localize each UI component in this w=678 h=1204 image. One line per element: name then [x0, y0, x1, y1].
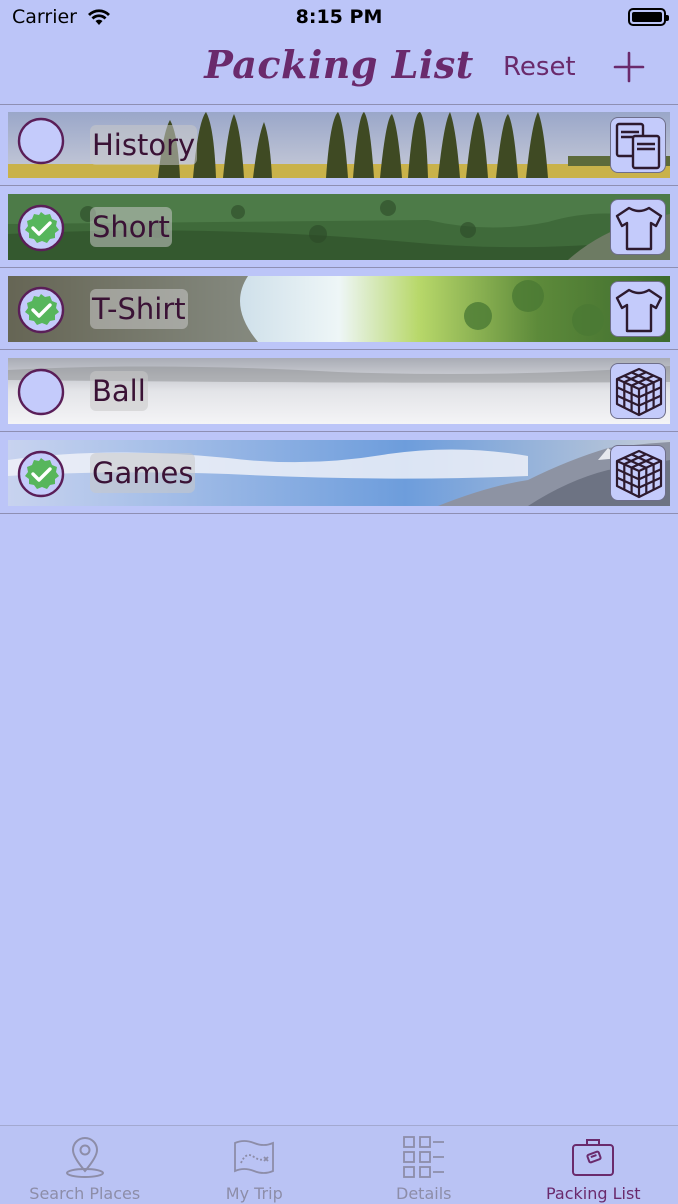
cube-icon	[615, 367, 663, 417]
reset-button[interactable]: Reset	[503, 52, 576, 82]
unchecked-circle-icon[interactable]	[17, 368, 65, 416]
tshirt-icon	[615, 206, 663, 251]
list-item[interactable]: T-Shirt	[0, 268, 678, 350]
location-pin-icon	[65, 1137, 104, 1178]
tab-label: Details	[396, 1184, 452, 1203]
item-label: Games	[90, 453, 196, 493]
carrier-label: Carrier	[12, 6, 77, 28]
tab-search-places[interactable]: Search Places	[0, 1126, 170, 1204]
tab-label: My Trip	[225, 1184, 283, 1203]
cube-icon	[615, 449, 663, 499]
item-label: Short	[90, 207, 172, 247]
item-label: T-Shirt	[90, 289, 188, 329]
list-item[interactable]: Games	[0, 432, 678, 514]
list-item[interactable]: Ball	[0, 350, 678, 432]
category-button[interactable]	[610, 281, 666, 337]
tab-my-trip[interactable]: My Trip	[170, 1126, 340, 1204]
wifi-icon	[87, 9, 110, 25]
unchecked-circle-icon[interactable]	[17, 117, 65, 165]
add-button[interactable]	[612, 50, 646, 84]
tab-label: Packing List	[545, 1184, 641, 1203]
item-label: History	[90, 125, 198, 165]
map-icon	[234, 1140, 275, 1174]
list-item[interactable]: Short	[0, 186, 678, 268]
status-bar: Carrier 8:15 PM	[0, 0, 678, 34]
checked-circle-icon[interactable]	[17, 450, 65, 498]
page-title: Packing List	[204, 42, 474, 87]
books-icon	[615, 122, 661, 170]
navigation-bar: Packing List Reset	[0, 34, 678, 104]
status-left: Carrier	[12, 6, 111, 28]
tshirt-icon	[615, 288, 663, 333]
checked-circle-icon[interactable]	[17, 204, 65, 252]
item-label: Ball	[90, 371, 148, 411]
row-separator	[0, 513, 678, 514]
tab-details[interactable]: Details	[339, 1126, 509, 1204]
battery-icon	[628, 8, 669, 26]
plus-icon	[613, 51, 645, 83]
category-button[interactable]	[610, 363, 666, 419]
category-button[interactable]	[610, 117, 666, 173]
category-button[interactable]	[610, 445, 666, 501]
qr-icon	[402, 1136, 444, 1178]
checked-circle-icon[interactable]	[17, 286, 65, 334]
tab-label: Search Places	[29, 1184, 141, 1203]
list-item[interactable]: History	[0, 104, 678, 186]
suitcase-icon	[572, 1139, 615, 1176]
tab-bar: Search Places My Trip Details Packing Li…	[0, 1125, 678, 1204]
category-button[interactable]	[610, 199, 666, 255]
tab-packing-list[interactable]: Packing List	[509, 1126, 678, 1204]
